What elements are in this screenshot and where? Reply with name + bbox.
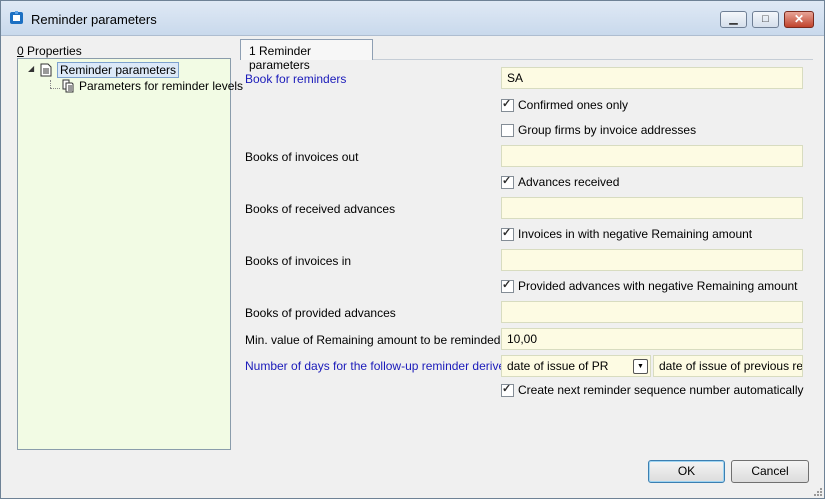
tree-connector <box>50 88 60 89</box>
documents-icon <box>62 79 74 93</box>
days-followup-select[interactable]: date of issue of PR ▼ <box>501 355 651 377</box>
collapse-icon[interactable]: ◢ <box>28 65 36 73</box>
books-invoices-in-input[interactable] <box>501 249 803 271</box>
properties-label: 0 Properties <box>17 44 82 58</box>
books-invoices-out-input[interactable] <box>501 145 803 167</box>
tree-item-reminder-levels[interactable]: Parameters for reminder levels <box>62 78 243 94</box>
cancel-button[interactable]: Cancel <box>731 460 809 483</box>
checkbox-label: Confirmed ones only <box>518 98 629 112</box>
tree-item-label: Parameters for reminder levels <box>79 79 244 93</box>
checkbox-checked-icon[interactable] <box>501 278 514 293</box>
book-for-reminders-label[interactable]: Book for reminders <box>245 72 346 86</box>
tree-item-reminder-parameters[interactable]: Reminder parameters <box>40 62 180 78</box>
window-title: Reminder parameters <box>31 12 157 27</box>
checkbox-checked-icon[interactable] <box>501 382 514 397</box>
checkbox-label: Provided advances with negative Remainin… <box>518 279 798 293</box>
app-icon <box>10 11 23 24</box>
checkbox-label: Create next reminder sequence number aut… <box>518 383 804 397</box>
checkbox-label: Group firms by invoice addresses <box>518 123 697 137</box>
dialog-window: Reminder parameters ▁ □ ✕ 0 Properties ◢… <box>0 0 825 499</box>
checkbox-checked-icon[interactable] <box>501 226 514 241</box>
checkbox-checked-icon[interactable] <box>501 174 514 189</box>
books-received-advances-input[interactable] <box>501 197 803 219</box>
books-received-advances-label: Books of received advances <box>245 202 396 216</box>
close-icon: ✕ <box>793 12 805 26</box>
books-invoices-in-label: Books of invoices in <box>245 254 352 268</box>
checkbox-label: Invoices in with negative Remaining amou… <box>518 227 753 241</box>
document-icon <box>40 63 52 77</box>
books-provided-advances-label: Books of provided advances <box>245 306 396 320</box>
books-provided-advances-input[interactable] <box>501 301 803 323</box>
tab-reminder-parameters[interactable]: 1 Reminder parameters <box>240 39 373 72</box>
confirmed-only-checkbox[interactable]: Confirmed ones only <box>501 97 629 112</box>
ok-button[interactable]: OK <box>648 460 725 483</box>
checkbox-checked-icon[interactable] <box>501 97 514 112</box>
checkbox-unchecked-icon[interactable] <box>501 123 514 137</box>
close-button[interactable]: ✕ <box>784 11 814 28</box>
min-value-input[interactable]: 10,00 <box>501 328 803 350</box>
properties-text: Properties <box>23 44 82 58</box>
advances-received-checkbox[interactable]: Advances received <box>501 174 620 189</box>
tab-divider <box>373 59 813 60</box>
properties-tree[interactable]: ◢ Reminder parameters Parameters for rem… <box>17 58 243 450</box>
maximize-icon: □ <box>762 13 769 25</box>
properties-hotkey: 0 <box>17 44 24 58</box>
tree-connector <box>50 80 51 88</box>
create-next-seq-checkbox[interactable]: Create next reminder sequence number aut… <box>501 382 804 397</box>
select-value: date of issue of PR <box>507 359 609 373</box>
provided-advances-negative-checkbox[interactable]: Provided advances with negative Remainin… <box>501 278 798 293</box>
days-followup-secondary-input[interactable]: date of issue of previous remi <box>653 355 803 377</box>
maximize-button[interactable]: □ <box>752 11 779 28</box>
min-value-label: Min. value of Remaining amount to be rem… <box>245 333 501 347</box>
book-for-reminders-input[interactable]: SA <box>501 67 803 89</box>
tab-label: 1 Reminder parameters <box>249 44 312 72</box>
dropdown-arrow-icon[interactable]: ▼ <box>633 359 648 374</box>
resize-grip-icon[interactable] <box>812 486 822 496</box>
title-bar[interactable]: Reminder parameters ▁ □ ✕ <box>1 1 824 36</box>
minimize-icon: ▁ <box>729 13 738 25</box>
invoices-in-negative-checkbox[interactable]: Invoices in with negative Remaining amou… <box>501 226 753 241</box>
group-firms-checkbox[interactable]: Group firms by invoice addresses <box>501 123 696 137</box>
minimize-button[interactable]: ▁ <box>720 11 747 28</box>
tree-item-label: Reminder parameters <box>57 62 180 78</box>
books-invoices-out-label: Books of invoices out <box>245 150 359 164</box>
checkbox-label: Advances received <box>518 175 620 189</box>
days-followup-label[interactable]: Number of days for the follow-up reminde… <box>245 359 515 373</box>
